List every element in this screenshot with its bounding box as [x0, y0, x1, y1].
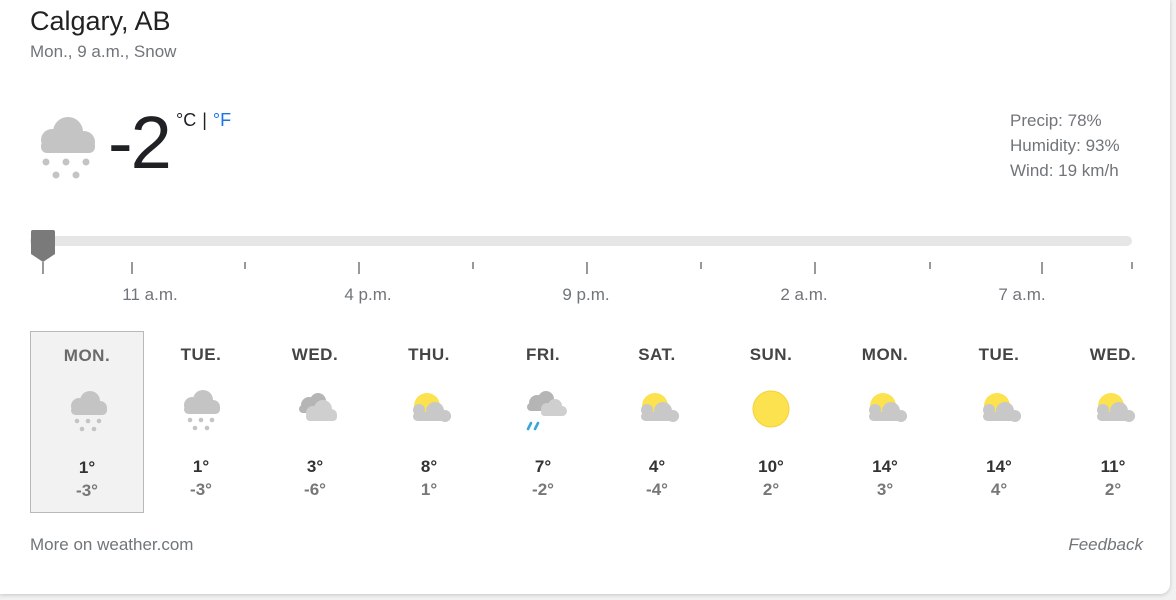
precip-value: Precip: 78% [1010, 111, 1102, 130]
forecast-day[interactable]: TUE. 1° -3° [144, 331, 258, 513]
weather-card: Calgary, AB Mon., 9 a.m., Snow -2 °C | °F … [0, 0, 1170, 594]
current-temperature: -2 [108, 101, 172, 184]
day-name: THU. [408, 345, 450, 364]
forecast-day[interactable]: SAT. 4° -4° [600, 331, 714, 513]
timeline-tick [586, 262, 588, 274]
day-name: WED. [291, 345, 339, 364]
snow-icon [184, 390, 220, 431]
day-name: MON. [861, 345, 909, 364]
day-name: FRI. [525, 345, 561, 364]
forecast-day[interactable]: FRI. 7° -2° [486, 331, 600, 513]
forecast-day[interactable]: TUE. 14° 4° [942, 331, 1056, 513]
wind-value: Wind: 19 km/h [1010, 161, 1119, 180]
forecast-day[interactable]: MON. 14° 3° [828, 331, 942, 513]
partly-cloudy-icon [983, 393, 1021, 422]
forecast-day[interactable]: WED. 11° 2° [1056, 331, 1170, 513]
timeline-label: 11 a.m. [122, 285, 178, 304]
forecast-day[interactable]: MON. 1° -3° [30, 331, 144, 513]
low-temp: -3° [190, 480, 212, 499]
high-temp: 14° [986, 457, 1012, 476]
unit-toggle: °C | °F [176, 110, 231, 131]
timeline-tick [814, 262, 816, 274]
celsius-unit[interactable]: °C [176, 110, 196, 130]
timeline-tick [1041, 262, 1043, 274]
location-title: Calgary, AB [30, 6, 171, 36]
timeline-tick [700, 262, 702, 269]
day-name: SAT. [638, 345, 676, 364]
timeline-label: 2 a.m. [780, 285, 828, 304]
partly-cloudy-icon [869, 393, 907, 422]
showers-icon [526, 391, 567, 431]
timeline-tick [472, 262, 474, 269]
partly-cloudy-icon [413, 393, 451, 422]
timeline-tick [244, 262, 246, 269]
high-temp: 4° [648, 457, 666, 476]
day-name: TUE. [978, 345, 1020, 364]
sunny-icon [752, 390, 790, 428]
timeline-tick [42, 262, 44, 274]
more-on-weather-link[interactable]: More on weather.com [30, 535, 193, 555]
snow-cloud-icon [41, 117, 95, 179]
low-temp: -6° [304, 480, 326, 499]
timeline-label: 9 p.m. [562, 285, 610, 304]
low-temp: -2° [532, 480, 554, 499]
high-temp: 1° [78, 458, 96, 477]
forecast-day[interactable]: WED. 3° -6° [258, 331, 372, 513]
unit-separator: | [202, 110, 207, 130]
day-name: TUE. [180, 345, 222, 364]
timeline-tick [358, 262, 360, 274]
high-temp: 8° [420, 457, 438, 476]
cloudy-icon [299, 393, 337, 421]
partly-cloudy-icon [1097, 393, 1135, 422]
timeline-tick [131, 262, 133, 274]
high-temp: 1° [192, 457, 210, 476]
low-temp: -3° [76, 481, 98, 500]
high-temp: 7° [534, 457, 552, 476]
low-temp: 3° [876, 480, 894, 499]
low-temp: -4° [646, 480, 668, 499]
timeline-tick [1131, 262, 1133, 269]
timeline-tick [929, 262, 931, 269]
weather-details: Precip: 78% Humidity: 93% Wind: 19 km/h [1010, 108, 1120, 183]
high-temp: 14° [872, 457, 898, 476]
feedback-link[interactable]: Feedback [1068, 535, 1143, 555]
current-conditions-subtitle: Mon., 9 a.m., Snow [30, 42, 177, 61]
partly-cloudy-icon [641, 393, 679, 422]
timeline-label: 4 p.m. [344, 285, 392, 304]
high-temp: 10° [758, 457, 784, 476]
forecast-day[interactable]: SUN. 10° 2° [714, 331, 828, 513]
low-temp: 1° [420, 480, 438, 499]
low-temp: 2° [762, 480, 780, 499]
snow-icon [71, 391, 107, 432]
humidity-value: Humidity: 93% [1010, 136, 1120, 155]
daily-forecast: MON. 1° -3° TUE. 1° -3° WED. 3° -6° THU.… [30, 331, 1170, 515]
low-temp: 2° [1104, 480, 1122, 499]
fahrenheit-unit[interactable]: °F [213, 110, 231, 130]
day-name: MON. [63, 346, 111, 365]
high-temp: 3° [306, 457, 324, 476]
slider-thumb-handle[interactable] [30, 228, 56, 264]
low-temp: 4° [990, 480, 1008, 499]
hourly-slider-track[interactable] [30, 236, 1132, 246]
day-name: WED. [1089, 345, 1137, 364]
forecast-day[interactable]: THU. 8° 1° [372, 331, 486, 513]
high-temp: 11° [1100, 457, 1126, 476]
timeline-label: 7 a.m. [998, 285, 1046, 304]
day-name: SUN. [749, 345, 793, 364]
